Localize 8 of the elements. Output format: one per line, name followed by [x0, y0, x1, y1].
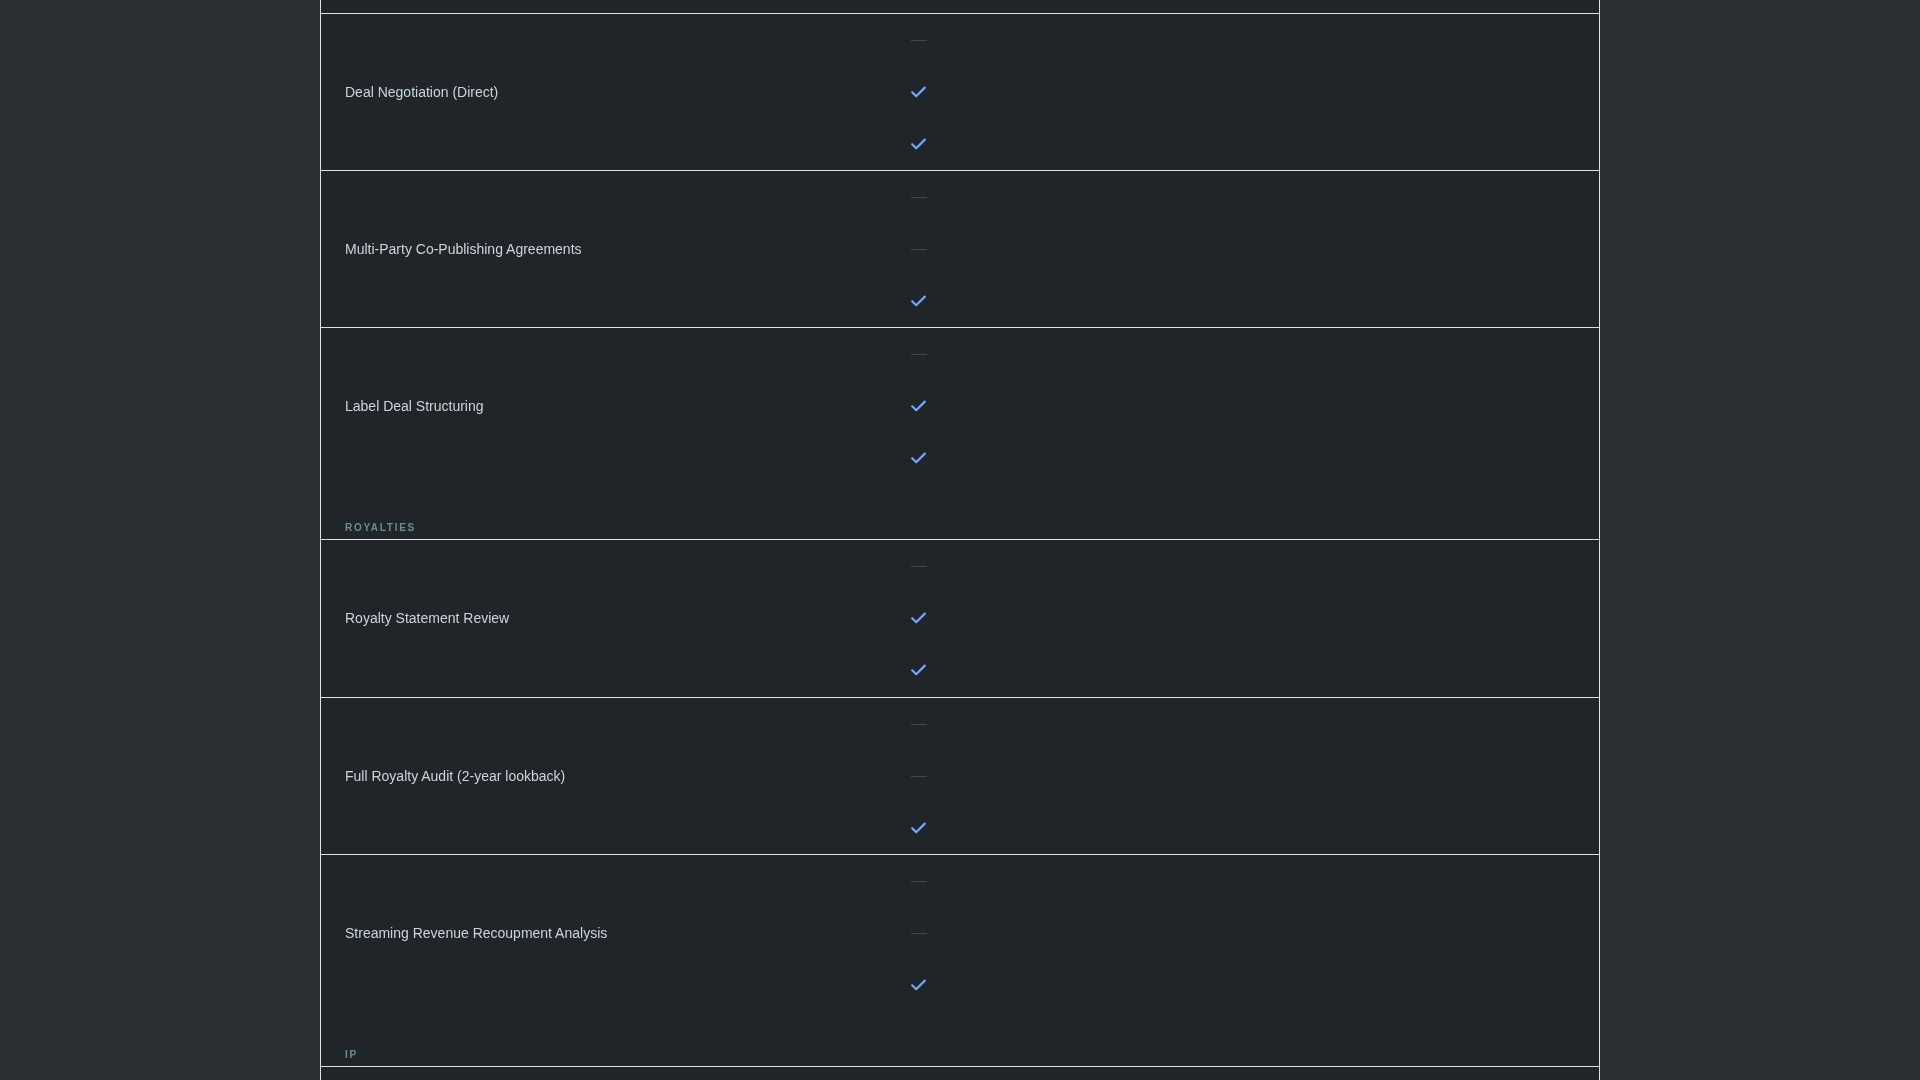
feature-name: Label Deal Structuring — [345, 396, 484, 416]
feature-name: Royalty Statement Review — [345, 609, 510, 628]
feature-name: Streaming Revenue Recoupment Analysis — [345, 923, 608, 943]
section-heading: IP — [345, 1049, 358, 1061]
feature-name: Deal Negotiation (Direct) — [345, 82, 499, 102]
feature-name: Multi-Party Co-Publishing Agreements — [345, 239, 582, 259]
section-heading: ROYALTIES — [345, 522, 416, 534]
feature-name: Full Royalty Audit (2-year lookback) — [345, 766, 566, 786]
